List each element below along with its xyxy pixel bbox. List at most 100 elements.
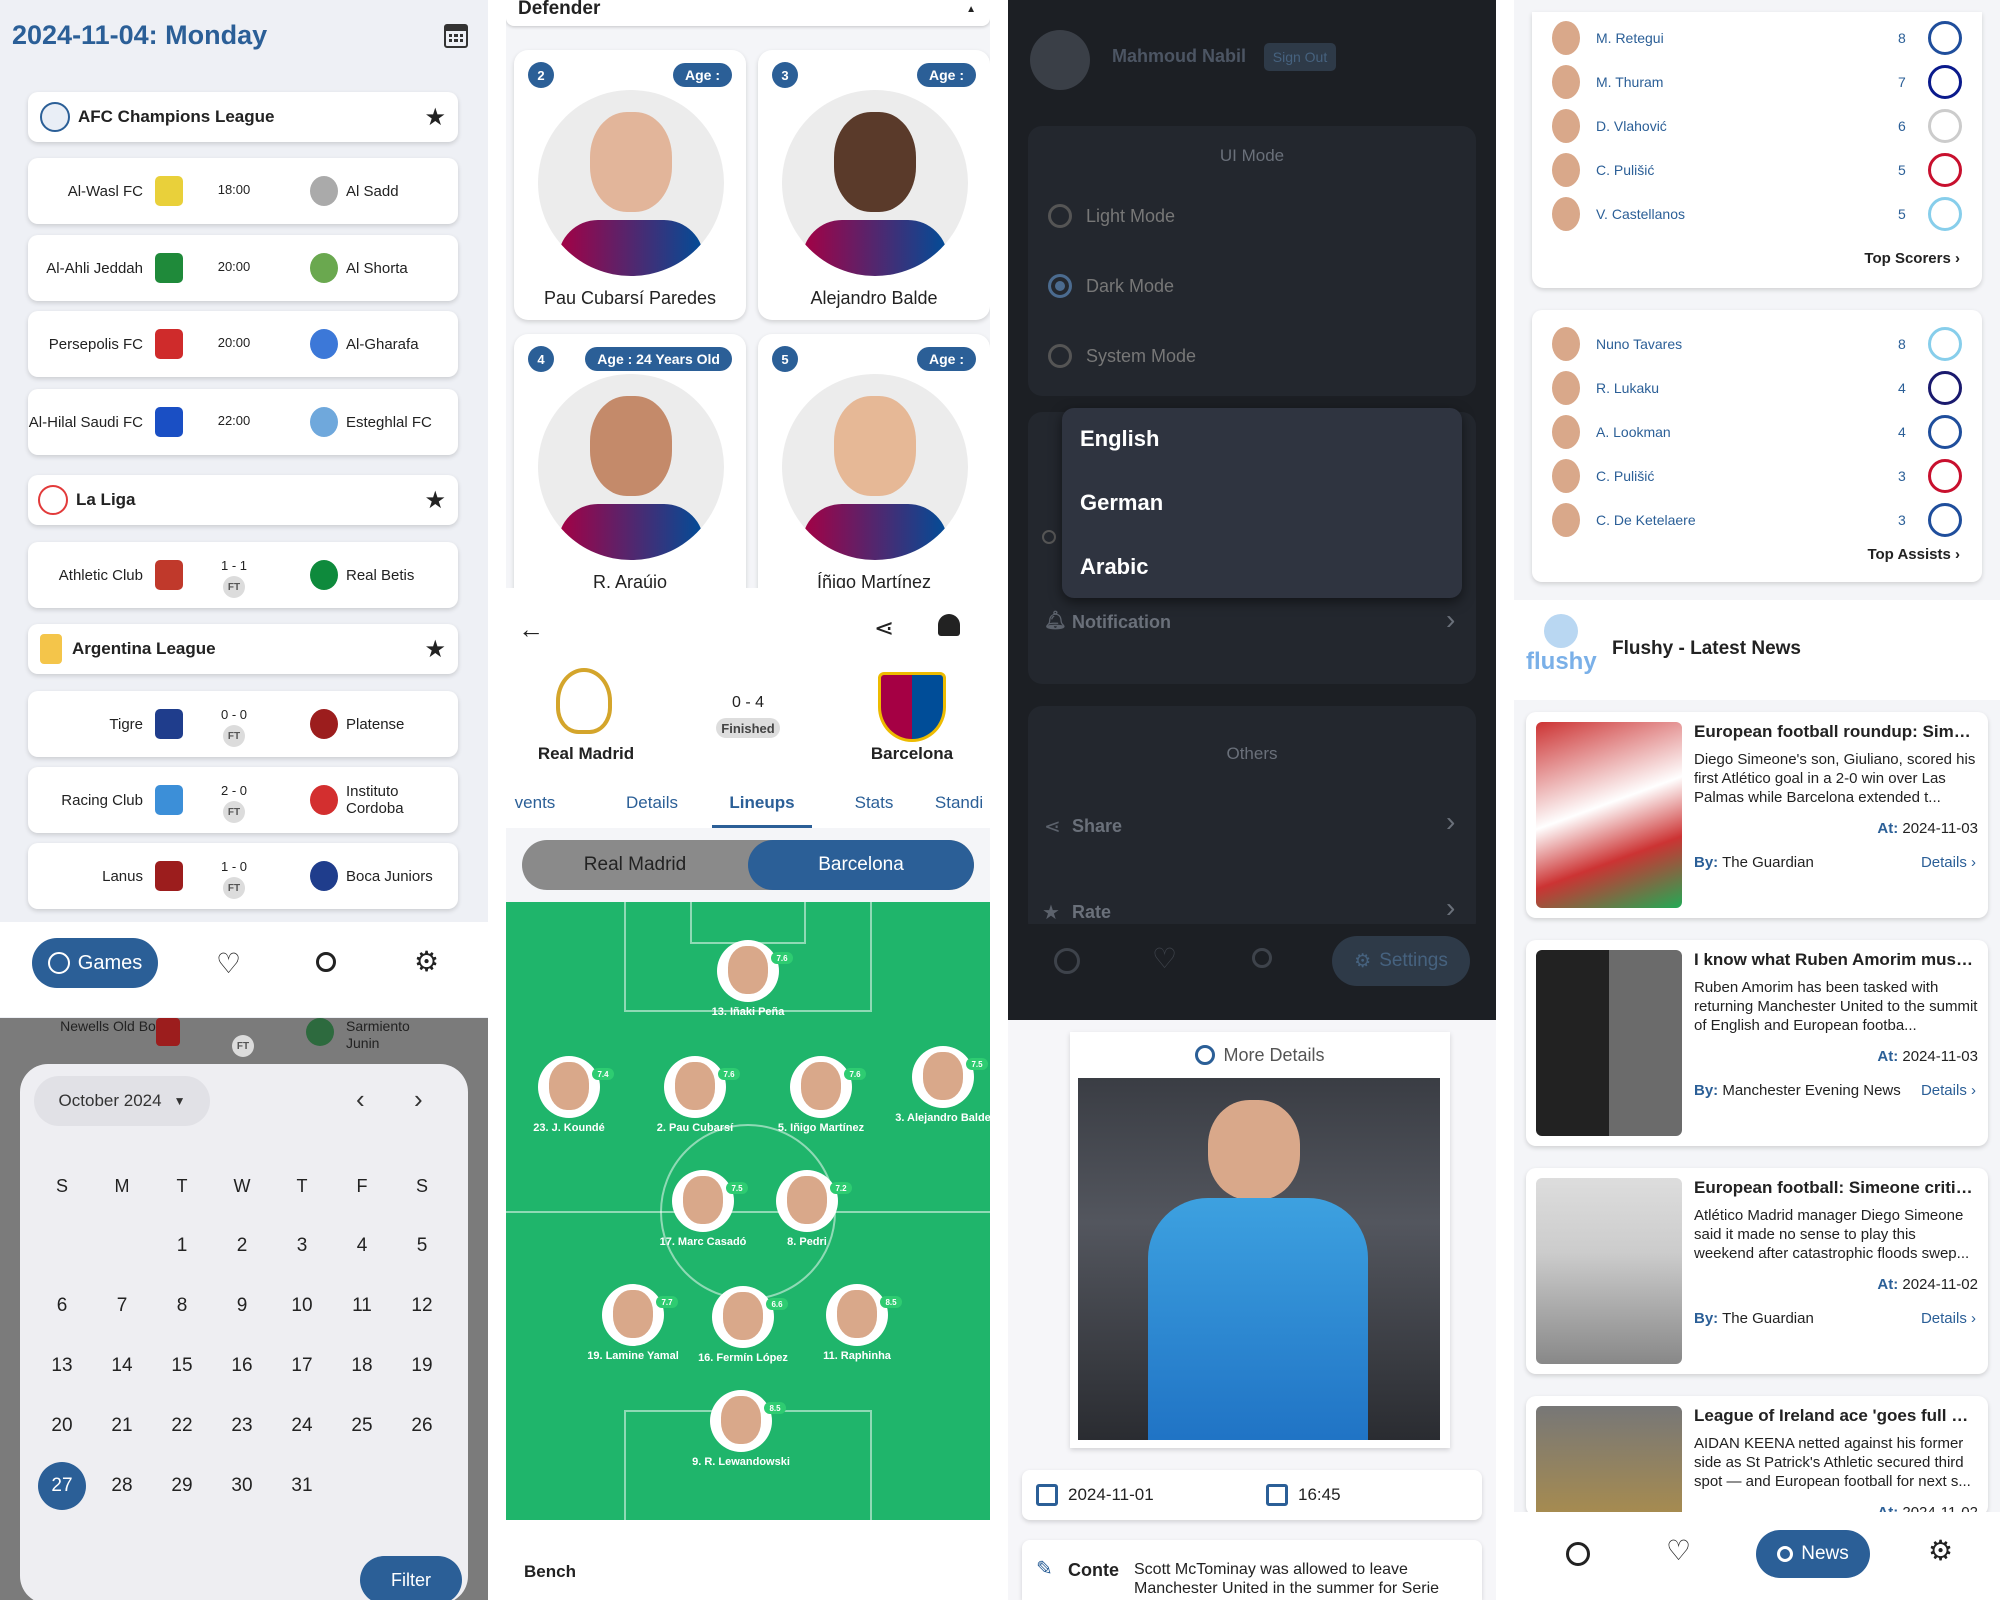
- match-card[interactable]: Al-Hilal Saudi FC 22:00 Esteghlal FC: [28, 389, 458, 455]
- calendar-day[interactable]: 31: [278, 1462, 326, 1510]
- match-card[interactable]: Al-Wasl FC 18:00 Al Sadd: [28, 158, 458, 224]
- news-card[interactable]: European football roundup: Simeone... Di…: [1526, 712, 1988, 918]
- heart-icon[interactable]: ♡: [1152, 942, 1177, 975]
- league-header-afc[interactable]: AFC Champions League ★: [28, 92, 458, 142]
- calendar-day[interactable]: 1: [158, 1222, 206, 1270]
- filter-button[interactable]: Filter: [360, 1556, 462, 1600]
- league-header-argentina[interactable]: Argentina League ★: [28, 624, 458, 674]
- stat-row[interactable]: C. Pulišić 3: [1552, 456, 1962, 496]
- lineup-player[interactable]: 6.6 16. Fermín López: [688, 1286, 798, 1364]
- notification-label[interactable]: Notification: [1072, 612, 1171, 633]
- calendar-day[interactable]: 9: [218, 1282, 266, 1330]
- news-card[interactable]: I know what Ruben Amorim must do... Rube…: [1526, 940, 1988, 1146]
- gear-icon[interactable]: ⚙: [1928, 1534, 1953, 1567]
- chevron-right-icon[interactable]: ›: [1446, 892, 1455, 924]
- lineup-player[interactable]: 8.5 11. Raphinha: [802, 1284, 912, 1362]
- calendar-day[interactable]: 11: [338, 1282, 386, 1330]
- ball-icon[interactable]: [1566, 1542, 1590, 1566]
- match-card[interactable]: Athletic Club 1 - 1 FT Real Betis: [28, 542, 458, 608]
- lineup-player[interactable]: 7.2 8. Pedri: [752, 1170, 862, 1248]
- gear-icon[interactable]: ⚙: [414, 948, 439, 976]
- details-link[interactable]: Details ›: [1921, 1310, 1976, 1327]
- calendar-icon[interactable]: [444, 24, 468, 48]
- calendar-day-selected[interactable]: 27: [38, 1462, 86, 1510]
- month-dropdown[interactable]: October 2024 ▼: [34, 1076, 210, 1126]
- nav-news-button[interactable]: News: [1756, 1530, 1870, 1578]
- player-card[interactable]: 2 Age : Pau Cubarsí Paredes: [514, 50, 746, 320]
- stat-row[interactable]: A. Lookman 4: [1552, 412, 1962, 452]
- lineup-player[interactable]: 8.5 9. R. Lewandowski: [686, 1390, 796, 1468]
- top-assists-link[interactable]: Top Assists ›: [1867, 546, 1960, 563]
- back-arrow-icon[interactable]: ←: [518, 614, 544, 645]
- stat-row[interactable]: V. Castellanos 5: [1552, 194, 1962, 234]
- calendar-day[interactable]: 12: [398, 1282, 446, 1330]
- tab-vents[interactable]: vents: [506, 788, 570, 828]
- stat-row[interactable]: R. Lukaku 4: [1552, 368, 1962, 408]
- star-icon[interactable]: ★: [424, 103, 446, 132]
- calendar-day[interactable]: 13: [38, 1342, 86, 1390]
- top-scorers-link[interactable]: Top Scorers ›: [1864, 250, 1960, 267]
- calendar-day[interactable]: 19: [398, 1342, 446, 1390]
- calendar-day[interactable]: 15: [158, 1342, 206, 1390]
- language-option-german[interactable]: German: [1080, 490, 1163, 516]
- tab-lineups[interactable]: Lineups: [712, 788, 812, 828]
- calendar-day[interactable]: 24: [278, 1402, 326, 1450]
- calendar-day[interactable]: 4: [338, 1222, 386, 1270]
- heart-icon[interactable]: ♡: [216, 950, 241, 978]
- ui-mode-option[interactable]: Light Mode: [1048, 186, 1456, 246]
- news-card[interactable]: European football: Simeone criticise... …: [1526, 1168, 1988, 1374]
- language-option-english[interactable]: English: [1080, 426, 1159, 452]
- share-icon[interactable]: ⋖: [874, 614, 894, 643]
- lineup-player[interactable]: 7.6 2. Pau Cubarsí: [640, 1056, 750, 1134]
- news-card[interactable]: League of Ireland ace 'goes full Em... A…: [1526, 1396, 1988, 1592]
- calendar-day[interactable]: 26: [398, 1402, 446, 1450]
- tab-standi[interactable]: Standi: [924, 788, 990, 828]
- calendar-day[interactable]: 30: [218, 1462, 266, 1510]
- calendar-day[interactable]: 6: [38, 1282, 86, 1330]
- nav-settings-button[interactable]: ⚙ Settings: [1332, 936, 1470, 986]
- league-header-laliga[interactable]: La Liga ★: [28, 475, 458, 525]
- sign-out-button[interactable]: Sign Out: [1264, 43, 1336, 71]
- rate-label[interactable]: Rate: [1072, 902, 1111, 923]
- next-month-icon[interactable]: ›: [414, 1084, 423, 1115]
- player-card[interactable]: 3 Age : Alejandro Balde: [758, 50, 990, 320]
- calendar-day[interactable]: 14: [98, 1342, 146, 1390]
- toggle-away-team[interactable]: Barcelona: [748, 840, 974, 890]
- ui-mode-option[interactable]: System Mode: [1048, 326, 1456, 386]
- lineup-player[interactable]: 7.5 17. Marc Casadó: [648, 1170, 758, 1248]
- lineup-player[interactable]: 7.4 23. J. Koundé: [514, 1056, 624, 1134]
- radio-icon[interactable]: [1048, 344, 1072, 368]
- ball-icon[interactable]: [1054, 948, 1080, 974]
- calendar-day[interactable]: 18: [338, 1342, 386, 1390]
- chevron-right-icon[interactable]: ›: [1446, 806, 1455, 838]
- match-card[interactable]: Al-Ahli Jeddah 20:00 Al Shorta: [28, 235, 458, 301]
- calendar-day[interactable]: 29: [158, 1462, 206, 1510]
- stat-row[interactable]: D. Vlahović 6: [1552, 106, 1962, 146]
- tab-details[interactable]: Details: [602, 788, 702, 828]
- stat-row[interactable]: Nuno Tavares 8: [1552, 324, 1962, 364]
- lineup-player[interactable]: 7.6 13. Iñaki Peña: [693, 940, 803, 1018]
- calendar-day[interactable]: 20: [38, 1402, 86, 1450]
- stat-row[interactable]: C. De Ketelaere 3: [1552, 500, 1962, 540]
- calendar-day[interactable]: 16: [218, 1342, 266, 1390]
- calendar-day[interactable]: 10: [278, 1282, 326, 1330]
- stat-row[interactable]: C. Pulišić 5: [1552, 150, 1962, 190]
- details-link[interactable]: Details ›: [1921, 1082, 1976, 1099]
- bell-icon[interactable]: [938, 614, 960, 636]
- radio-icon[interactable]: [1048, 204, 1072, 228]
- chevron-right-icon[interactable]: ›: [1446, 604, 1455, 636]
- lineup-player[interactable]: 7.7 19. Lamine Yamal: [578, 1284, 688, 1362]
- position-dropdown[interactable]: Defender ▲: [506, 0, 990, 26]
- calendar-day[interactable]: 7: [98, 1282, 146, 1330]
- calendar-day[interactable]: 5: [398, 1222, 446, 1270]
- calendar-day[interactable]: 21: [98, 1402, 146, 1450]
- player-card[interactable]: 4 Age : 24 Years Old R. Araújo: [514, 334, 746, 604]
- search-icon[interactable]: [1252, 948, 1272, 968]
- search-icon[interactable]: [316, 952, 336, 972]
- calendar-day[interactable]: 28: [98, 1462, 146, 1510]
- star-icon[interactable]: ★: [424, 486, 446, 515]
- prev-month-icon[interactable]: ‹: [356, 1084, 365, 1115]
- toggle-home-team[interactable]: Real Madrid: [522, 840, 748, 890]
- calendar-day[interactable]: 25: [338, 1402, 386, 1450]
- lineup-player[interactable]: 7.6 5. Iñigo Martínez: [766, 1056, 876, 1134]
